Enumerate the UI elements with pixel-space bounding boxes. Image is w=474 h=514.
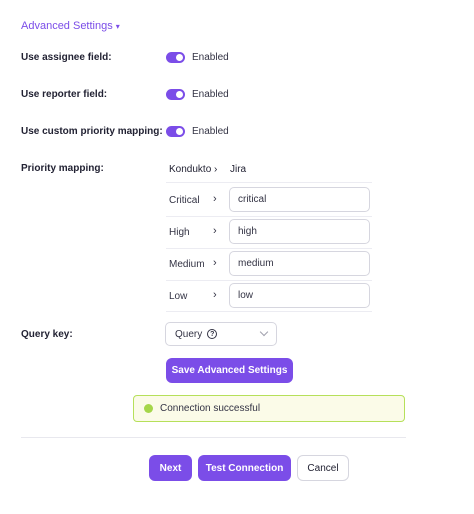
advanced-settings-label: Advanced Settings — [21, 20, 113, 32]
custom-priority-enabled-text: Enabled — [192, 126, 229, 137]
mapping-target-input[interactable]: high — [229, 219, 370, 244]
mapping-target-header: Jira — [230, 164, 247, 175]
mapping-row-critical: Critical › critical — [166, 186, 372, 217]
mapping-target-input[interactable]: medium — [229, 251, 370, 276]
divider — [166, 216, 372, 217]
mapping-row-medium: Medium › medium — [166, 250, 372, 281]
divider — [166, 311, 372, 312]
mapping-row-low: Low › low — [166, 282, 372, 313]
mapping-source: High — [169, 227, 190, 238]
mapping-row-high: High › high — [166, 218, 372, 249]
priority-mapping-label: Priority mapping: — [21, 163, 104, 174]
toggle-knob — [176, 91, 183, 98]
test-connection-button[interactable]: Test Connection — [198, 455, 291, 481]
connection-status-alert: Connection successful — [133, 395, 405, 422]
custom-priority-toggle-row: Enabled — [166, 126, 229, 137]
mapping-source-header: Kondukto — [169, 164, 212, 175]
mapping-source: Medium — [169, 259, 205, 270]
toggle-knob — [176, 54, 183, 61]
query-key-label: Query key: — [21, 329, 73, 340]
mapping-source: Critical — [169, 195, 200, 206]
section-divider — [21, 437, 406, 438]
query-key-value: Query — [175, 328, 203, 340]
assignee-field-label: Use assignee field: — [21, 52, 112, 63]
connection-status-text: Connection successful — [160, 403, 261, 414]
reporter-field-label: Use reporter field: — [21, 89, 108, 100]
reporter-toggle[interactable] — [166, 89, 185, 100]
chevron-right-icon: › — [213, 289, 217, 301]
assignee-toggle[interactable] — [166, 52, 185, 63]
reporter-enabled-text: Enabled — [192, 89, 229, 100]
caret-down-icon: ▾ — [115, 21, 120, 31]
mapping-target-input[interactable]: critical — [229, 187, 370, 212]
divider — [166, 182, 372, 183]
divider — [166, 280, 372, 281]
custom-priority-toggle[interactable] — [166, 126, 185, 137]
reporter-toggle-row: Enabled — [166, 89, 229, 100]
custom-priority-label: Use custom priority mapping: — [21, 126, 163, 137]
chevron-right-icon: › — [213, 193, 217, 205]
success-dot-icon — [144, 404, 153, 413]
advanced-settings-toggle[interactable]: Advanced Settings ▾ — [21, 20, 120, 32]
help-icon[interactable]: ? — [207, 329, 218, 339]
next-button[interactable]: Next — [149, 455, 192, 481]
mapping-source: Low — [169, 291, 188, 302]
assignee-toggle-row: Enabled — [166, 52, 229, 63]
mapping-target-input[interactable]: low — [229, 283, 370, 308]
chevron-down-icon — [259, 327, 269, 337]
save-advanced-settings-button[interactable]: Save Advanced Settings — [166, 358, 293, 383]
chevron-right-icon: › — [214, 164, 218, 175]
assignee-enabled-text: Enabled — [192, 52, 229, 63]
chevron-right-icon: › — [213, 257, 217, 269]
cancel-button[interactable]: Cancel — [297, 455, 349, 481]
query-key-select[interactable]: Query ? — [165, 322, 277, 346]
chevron-right-icon: › — [213, 225, 217, 237]
divider — [166, 248, 372, 249]
toggle-knob — [176, 128, 183, 135]
